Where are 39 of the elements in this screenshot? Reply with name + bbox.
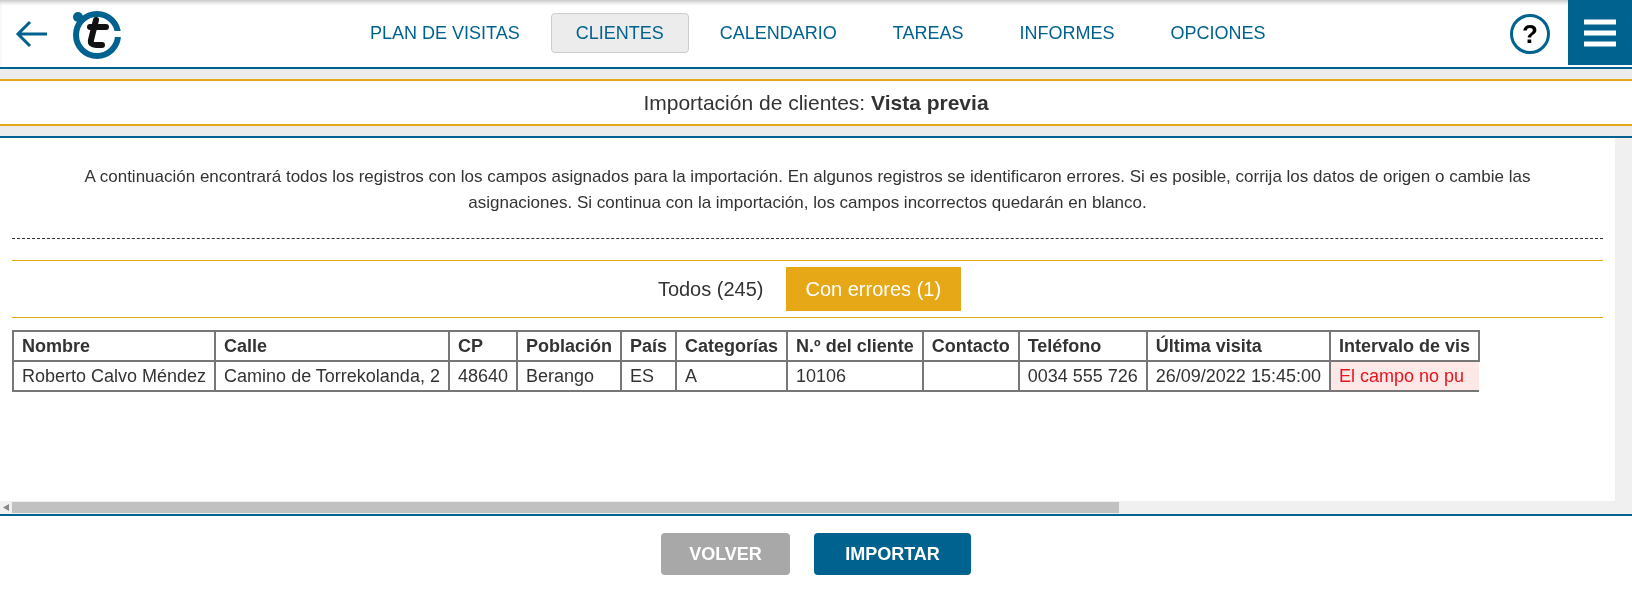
- error-cell: El campo no pu: [1329, 361, 1479, 391]
- column-header: Calle: [215, 331, 449, 361]
- nav-tab[interactable]: PLAN DE VISITAS: [345, 13, 545, 53]
- column-header: Contacto: [922, 331, 1019, 361]
- table-cell: 10106: [787, 361, 923, 391]
- nav-tab[interactable]: INFORMES: [994, 13, 1140, 53]
- table-cell: ES: [621, 361, 677, 391]
- table-cell: Roberto Calvo Méndez: [13, 361, 216, 391]
- column-header: Última visita: [1146, 331, 1330, 361]
- table-cell: A: [676, 361, 788, 391]
- column-header: Teléfono: [1018, 331, 1147, 361]
- filter-tab[interactable]: Todos (245): [653, 267, 768, 311]
- help-icon[interactable]: ?: [1510, 14, 1550, 54]
- table-cell: 0034 555 726: [1018, 361, 1147, 391]
- table-cell: Berango: [517, 361, 621, 391]
- logo-icon: [70, 8, 122, 59]
- menu-button[interactable]: [1568, 0, 1632, 65]
- intro-text: A continuación encontrará todos los registros con los campos asignados para la importación. En algunos registros se identificaron errores. Si es posible, corrija los datos de origen o cambie las asignaciones. Si continua con la importación, los campos incorrectos quedarán en blanco.: [83, 166, 1532, 214]
- column-header: CP: [448, 331, 517, 361]
- vertical-scrollbar[interactable]: [1615, 138, 1632, 514]
- column-header: País: [621, 331, 677, 361]
- table-cell: 26/09/2022 15:45:00: [1146, 361, 1330, 391]
- back-arrow-icon: [15, 18, 49, 49]
- column-header: Población: [517, 331, 621, 361]
- nav-tab[interactable]: TAREAS: [867, 13, 989, 53]
- nav-tab[interactable]: OPCIONES: [1145, 13, 1291, 53]
- nav-tab[interactable]: CALENDARIO: [694, 13, 862, 53]
- scroll-left-icon[interactable]: [3, 504, 9, 511]
- scrollbar-thumb[interactable]: [12, 502, 1119, 513]
- nav-tab[interactable]: CLIENTES: [550, 13, 689, 53]
- table-cell: 48640: [448, 361, 517, 391]
- column-header: Nombre: [13, 331, 216, 361]
- horizontal-scrollbar[interactable]: [0, 501, 1615, 514]
- column-header: Categorías: [676, 331, 788, 361]
- column-header: N.º del cliente: [787, 331, 923, 361]
- menu-icon: [1584, 18, 1616, 47]
- page-title: Importación de clientes: Vista previa: [643, 89, 989, 116]
- table-cell: Camino de Torrekolanda, 2: [215, 361, 449, 391]
- action-button[interactable]: IMPORTAR: [814, 533, 971, 575]
